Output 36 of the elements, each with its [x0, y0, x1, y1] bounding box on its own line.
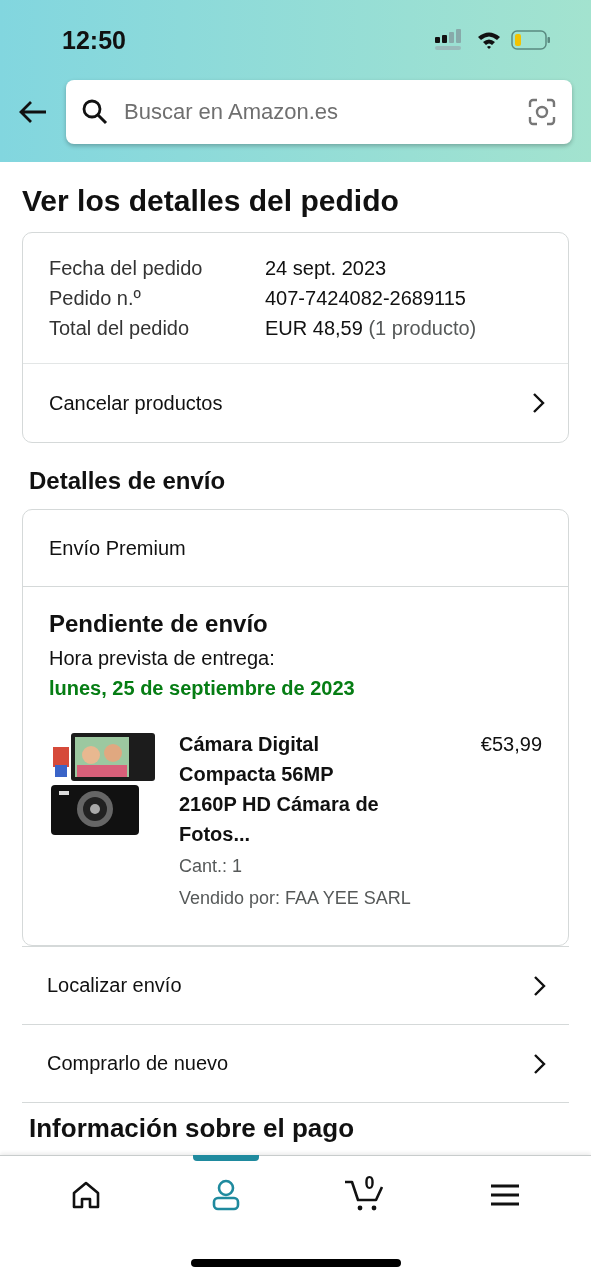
cart-tab[interactable]: 0	[336, 1173, 395, 1217]
search-icon	[82, 99, 108, 125]
chevron-right-icon	[533, 1052, 547, 1075]
action-row[interactable]: Localizar envío	[22, 946, 569, 1025]
product-title-link[interactable]: Cámara Digital Compacta 56MP 2160P HD Cámara de Fotos...	[179, 729, 384, 849]
status-time: 12:50	[62, 25, 126, 55]
shipment-status: Pendiente de envío	[49, 609, 269, 639]
chevron-right-icon	[533, 974, 547, 997]
chevron-right-icon	[532, 392, 546, 414]
section-heading: Detalles de envío	[29, 467, 227, 495]
seller-text: Vendido por: FAA YEE SARL	[179, 887, 412, 910]
battery-icon	[511, 30, 551, 50]
back-arrow-icon[interactable]	[18, 100, 48, 124]
camera-scan-icon[interactable]	[528, 98, 556, 126]
product-price: €53,99	[480, 732, 542, 757]
delivery-label: Hora prevista de entrega:	[49, 646, 276, 671]
wifi-icon	[477, 31, 501, 49]
order-info-value: 24 sept. 2023	[265, 256, 387, 281]
person-icon	[210, 1179, 241, 1211]
search-input[interactable]: Buscar en Amazon.es	[122, 98, 514, 126]
cart-count: 0	[364, 1173, 375, 1194]
action-row[interactable]: Comprarlo de nuevo	[22, 1025, 569, 1103]
order-info-value: 407-7424082-2689115	[265, 286, 466, 311]
order-info-value: EUR 48,59 (1 producto)	[265, 316, 477, 341]
search-field[interactable]: Buscar en Amazon.es	[66, 80, 572, 144]
menu-icon	[490, 1183, 521, 1207]
order-info-label: Fecha del pedido	[49, 256, 204, 281]
home-icon	[70, 1181, 101, 1209]
section-heading: Información sobre el pago	[29, 1113, 356, 1143]
page-title: Ver los detalles del pedido	[22, 184, 400, 218]
quantity-text: Cant.: 1	[179, 855, 244, 878]
shipping-method: Envío Premium	[23, 510, 568, 587]
order-info-label: Pedido n.º	[49, 286, 142, 311]
delivery-date: lunes, 25 de septiembre de 2023	[49, 676, 356, 701]
order-info-label: Total del pedido	[49, 316, 191, 341]
cancel-products-row[interactable]: Cancelar productos	[23, 363, 568, 442]
